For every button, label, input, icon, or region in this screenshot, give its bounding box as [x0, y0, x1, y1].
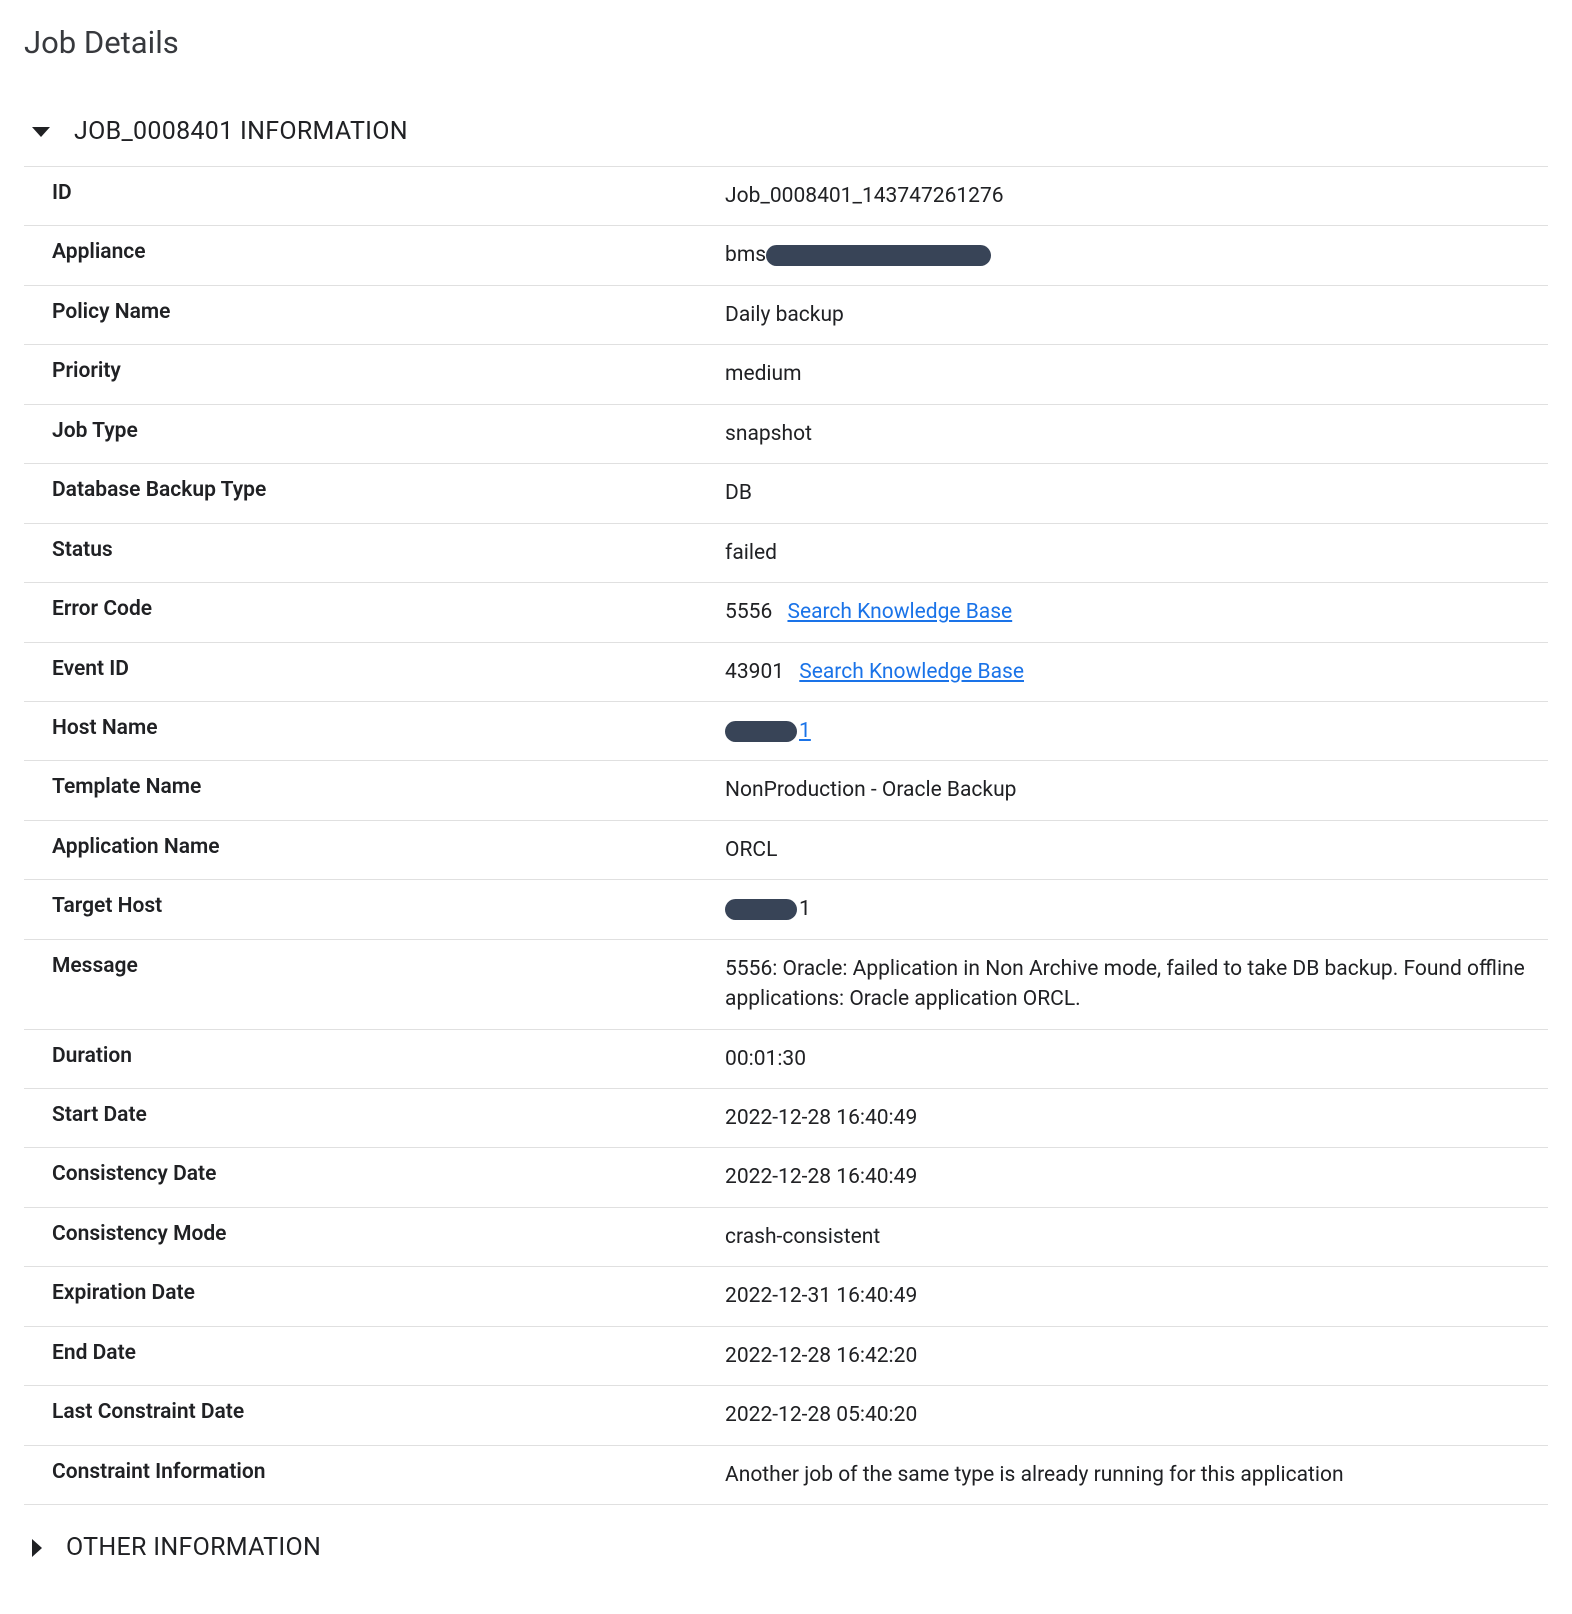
section-other-information: OTHER INFORMATION [24, 1533, 1548, 1562]
value-appliance: bms [725, 226, 1548, 284]
label-start-date: Start Date [24, 1089, 725, 1147]
row-start-date: Start Date 2022-12-28 16:40:49 [24, 1088, 1548, 1147]
value-template-name: NonProduction - Oracle Backup [725, 761, 1548, 819]
value-last-constraint-date: 2022-12-28 05:40:20 [725, 1386, 1548, 1444]
page-title: Job Details [24, 24, 1548, 61]
label-appliance: Appliance [24, 226, 725, 284]
value-status: failed [725, 524, 1548, 582]
value-consistency-mode: crash-consistent [725, 1208, 1548, 1266]
label-event-id: Event ID [24, 643, 725, 701]
row-event-id: Event ID 43901 Search Knowledge Base [24, 642, 1548, 701]
row-end-date: End Date 2022-12-28 16:42:20 [24, 1326, 1548, 1385]
value-host-name: 1 [725, 702, 1548, 760]
row-id: ID Job_0008401_143747261276 [24, 166, 1548, 225]
redaction-block [725, 899, 797, 920]
error-code-number: 5556 [725, 600, 772, 624]
redaction-block [725, 721, 797, 742]
appliance-prefix: bms [725, 243, 766, 267]
row-status: Status failed [24, 523, 1548, 582]
label-message: Message [24, 940, 725, 1029]
row-consistency-date: Consistency Date 2022-12-28 16:40:49 [24, 1147, 1548, 1206]
row-db-backup-type: Database Backup Type DB [24, 463, 1548, 522]
label-last-constraint-date: Last Constraint Date [24, 1386, 725, 1444]
row-duration: Duration 00:01:30 [24, 1029, 1548, 1088]
target-host-suffix: 1 [799, 897, 811, 921]
label-priority: Priority [24, 345, 725, 403]
row-consistency-mode: Consistency Mode crash-consistent [24, 1207, 1548, 1266]
value-message: 5556: Oracle: Application in Non Archive… [725, 940, 1548, 1029]
row-job-type: Job Type snapshot [24, 404, 1548, 463]
row-expiration-date: Expiration Date 2022-12-31 16:40:49 [24, 1266, 1548, 1325]
row-last-constraint-date: Last Constraint Date 2022-12-28 05:40:20 [24, 1385, 1548, 1444]
value-id: Job_0008401_143747261276 [725, 167, 1548, 225]
host-name-suffix: 1 [799, 719, 811, 743]
label-status: Status [24, 524, 725, 582]
value-start-date: 2022-12-28 16:40:49 [725, 1089, 1548, 1147]
event-id-number: 43901 [725, 660, 784, 684]
label-target-host: Target Host [24, 880, 725, 938]
value-consistency-date: 2022-12-28 16:40:49 [725, 1148, 1548, 1206]
value-policy-name: Daily backup [725, 286, 1548, 344]
value-target-host: 1 [725, 880, 1548, 938]
value-expiration-date: 2022-12-31 16:40:49 [725, 1267, 1548, 1325]
kb-link-event-id[interactable]: Search Knowledge Base [799, 660, 1024, 684]
label-constraint-info: Constraint Information [24, 1446, 725, 1504]
chevron-down-icon [32, 127, 50, 137]
host-name-link[interactable]: 1 [725, 719, 811, 743]
label-consistency-mode: Consistency Mode [24, 1208, 725, 1266]
section-title: JOB_0008401 INFORMATION [74, 117, 408, 146]
label-consistency-date: Consistency Date [24, 1148, 725, 1206]
section-header-job-information[interactable]: JOB_0008401 INFORMATION [24, 117, 1548, 146]
kb-link-error-code[interactable]: Search Knowledge Base [787, 600, 1012, 624]
job-detail-table: ID Job_0008401_143747261276 Appliance bm… [24, 166, 1548, 1505]
section-header-other-information[interactable]: OTHER INFORMATION [24, 1533, 1548, 1562]
row-constraint-info: Constraint Information Another job of th… [24, 1445, 1548, 1505]
chevron-right-icon [32, 1539, 42, 1557]
value-error-code: 5556 Search Knowledge Base [725, 583, 1548, 641]
row-error-code: Error Code 5556 Search Knowledge Base [24, 582, 1548, 641]
value-job-type: snapshot [725, 405, 1548, 463]
label-application-name: Application Name [24, 821, 725, 879]
value-duration: 00:01:30 [725, 1030, 1548, 1088]
value-db-backup-type: DB [725, 464, 1548, 522]
row-application-name: Application Name ORCL [24, 820, 1548, 879]
row-template-name: Template Name NonProduction - Oracle Bac… [24, 760, 1548, 819]
label-expiration-date: Expiration Date [24, 1267, 725, 1325]
value-constraint-info: Another job of the same type is already … [725, 1446, 1548, 1504]
row-message: Message 5556: Oracle: Application in Non… [24, 939, 1548, 1029]
label-host-name: Host Name [24, 702, 725, 760]
value-priority: medium [725, 345, 1548, 403]
label-job-type: Job Type [24, 405, 725, 463]
section-job-information: JOB_0008401 INFORMATION ID Job_0008401_1… [24, 117, 1548, 1505]
label-db-backup-type: Database Backup Type [24, 464, 725, 522]
value-application-name: ORCL [725, 821, 1548, 879]
row-priority: Priority medium [24, 344, 1548, 403]
label-end-date: End Date [24, 1327, 725, 1385]
row-policy-name: Policy Name Daily backup [24, 285, 1548, 344]
row-target-host: Target Host 1 [24, 879, 1548, 938]
redaction-block [766, 245, 991, 266]
row-host-name: Host Name 1 [24, 701, 1548, 760]
label-duration: Duration [24, 1030, 725, 1088]
label-id: ID [24, 167, 725, 225]
label-template-name: Template Name [24, 761, 725, 819]
section-title-other: OTHER INFORMATION [66, 1533, 321, 1562]
label-error-code: Error Code [24, 583, 725, 641]
value-event-id: 43901 Search Knowledge Base [725, 643, 1548, 701]
label-policy-name: Policy Name [24, 286, 725, 344]
row-appliance: Appliance bms [24, 225, 1548, 284]
value-end-date: 2022-12-28 16:42:20 [725, 1327, 1548, 1385]
